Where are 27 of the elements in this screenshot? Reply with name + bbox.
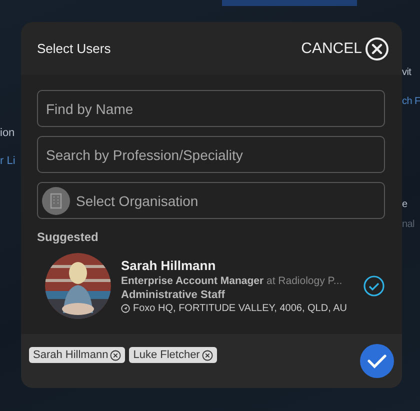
remove-icon[interactable] (110, 350, 122, 360)
background-text: nal (402, 218, 414, 232)
user-location: Foxo HQ, FORTITUDE VALLEY, 4006, QLD, AU (121, 303, 353, 314)
user-chip: Sarah Hillmann (29, 347, 126, 363)
cancel-button[interactable]: CANCEL (301, 36, 389, 60)
confirm-button[interactable] (360, 344, 394, 378)
close-icon (365, 36, 389, 60)
user-list-item[interactable]: Sarah Hillmann Enterprise Account Manager at Radiology P... Administrative Staff Foxo HQ, FORTITUDE VALLEY, 4006, QLD, AU (37, 253, 385, 329)
checkmark-icon (367, 353, 387, 369)
background-text: ion (0, 126, 15, 140)
background-text: ch F (402, 95, 420, 109)
background-text: r Li (0, 154, 16, 168)
location-icon (121, 304, 130, 313)
building-icon (42, 186, 70, 214)
checked-icon[interactable] (363, 275, 385, 297)
search-field[interactable]: Search by Profession/Speciality (37, 136, 385, 173)
dialog-title: Select Users (37, 41, 111, 56)
user-chip: Luke Fletcher (129, 347, 217, 363)
search-field[interactable]: Find by Name (37, 90, 385, 127)
section-heading: Suggested (37, 230, 100, 244)
background-text: vit (402, 66, 412, 80)
organisation-select[interactable]: Select Organisation (37, 182, 385, 219)
user-name: Sarah Hillmann (121, 258, 217, 273)
remove-icon[interactable] (202, 350, 213, 360)
user-category: Administrative Staff (121, 289, 226, 301)
user-role: Enterprise Account Manager at Radiology P... (121, 275, 342, 287)
background-text: e (402, 198, 408, 212)
